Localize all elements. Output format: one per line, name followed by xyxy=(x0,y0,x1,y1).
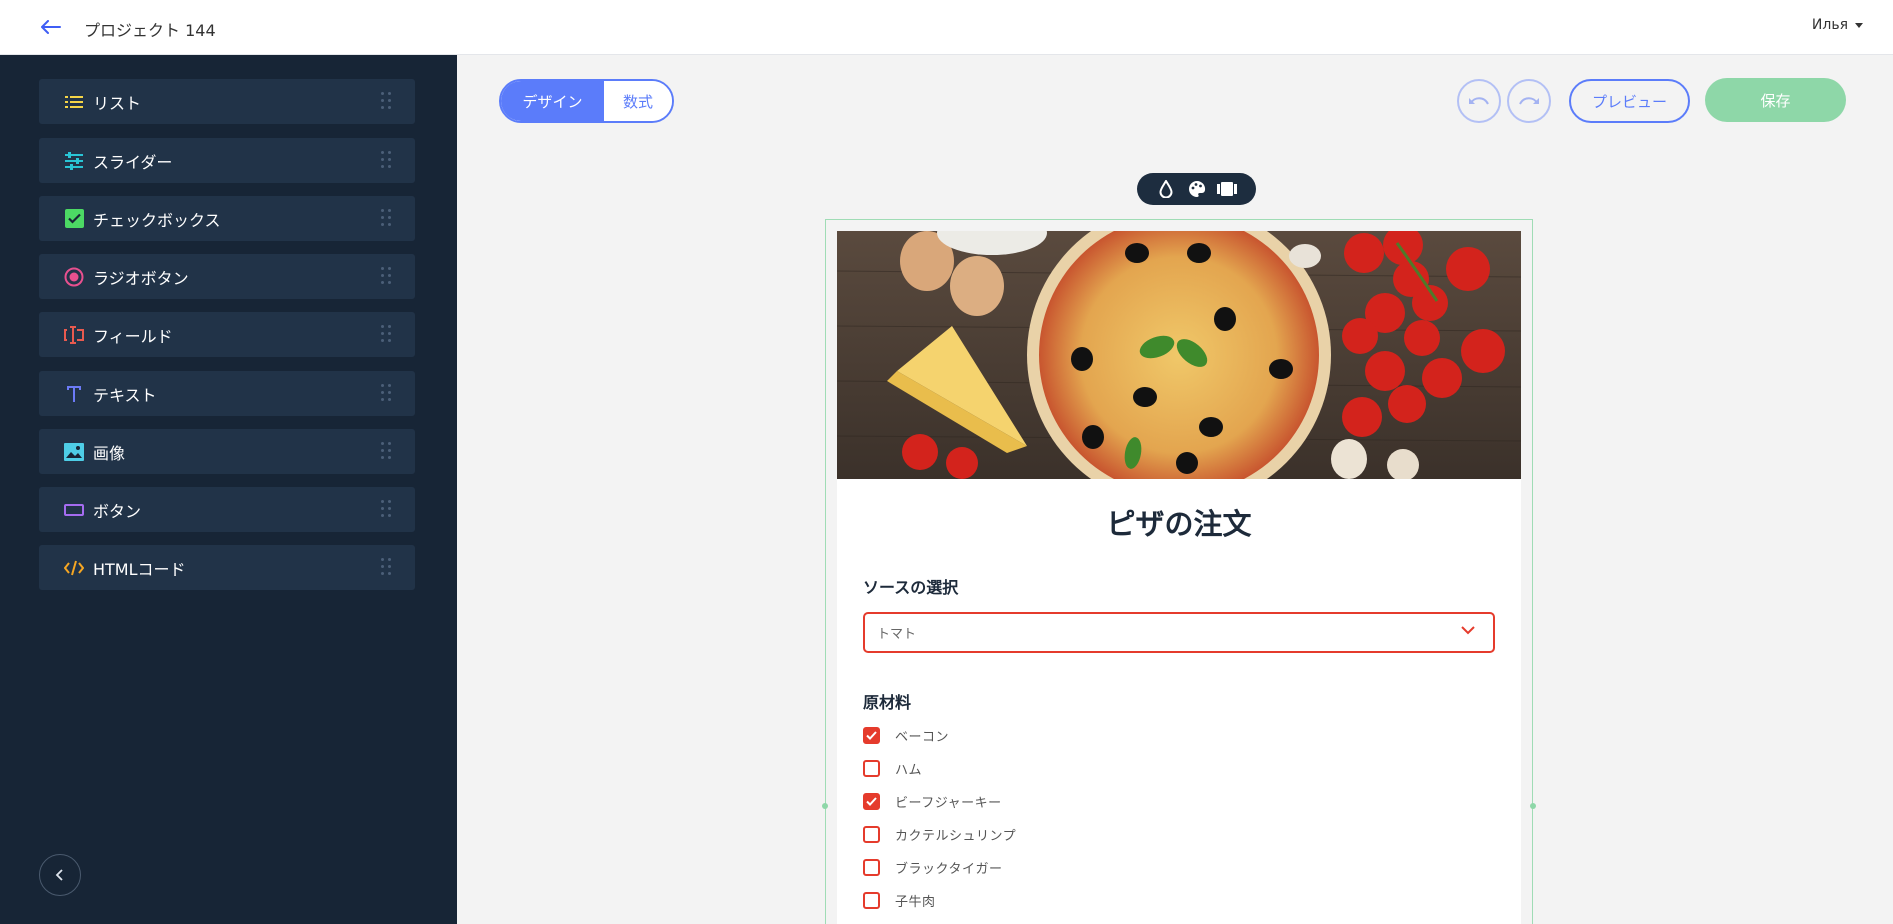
checkbox[interactable] xyxy=(863,726,880,744)
undo-icon xyxy=(1469,97,1489,105)
checkbox-label: ベーコン xyxy=(895,729,950,745)
save-button[interactable]: 保存 xyxy=(1705,78,1846,122)
sidebar-item-radio[interactable]: ラジオボタン xyxy=(39,254,415,299)
redo-button[interactable] xyxy=(1507,79,1551,123)
checkbox-label: ハム xyxy=(895,762,923,778)
arrow-left-icon[interactable] xyxy=(38,14,64,40)
sidebar-item-button[interactable]: ボタン xyxy=(39,487,415,532)
code-icon xyxy=(63,557,85,579)
drag-handle-icon[interactable] xyxy=(381,151,391,169)
sidebar-item-label: スライダー xyxy=(93,152,173,172)
palette-icon[interactable] xyxy=(1187,179,1207,199)
sliders-icon xyxy=(63,150,85,172)
text-field-icon xyxy=(63,324,85,346)
sidebar-item-checkbox[interactable]: チェックボックス xyxy=(39,196,415,241)
user-menu[interactable]: Илья xyxy=(1812,17,1863,33)
checkbox[interactable] xyxy=(863,858,880,876)
drag-handle-icon[interactable] xyxy=(381,209,391,227)
sidebar-item-text[interactable]: テキスト xyxy=(39,371,415,416)
pizza-hero-image[interactable] xyxy=(837,231,1521,479)
sidebar-item-label: フィールド xyxy=(93,326,173,346)
resize-handle-left[interactable] xyxy=(822,803,828,809)
drag-handle-icon[interactable] xyxy=(381,325,391,343)
button-icon xyxy=(63,499,85,521)
tab-design[interactable]: デザイン xyxy=(501,81,604,121)
ingredient-checkbox[interactable]: ビーフジャーキー xyxy=(863,791,1002,811)
image-icon xyxy=(63,441,85,463)
checkbox[interactable] xyxy=(863,825,880,843)
form-title: ピザの注文 xyxy=(1106,507,1252,541)
ingredient-checkbox[interactable]: ブラックタイガー xyxy=(863,857,1002,877)
film-icon[interactable] xyxy=(1217,179,1238,199)
user-name: Илья xyxy=(1811,17,1848,33)
top-bar: プロジェクト 144 Илья xyxy=(0,0,1893,55)
ingredient-checkbox[interactable]: カクテルシュリンプ xyxy=(863,824,1016,844)
canvas-tool-pill xyxy=(1137,173,1256,205)
checkbox[interactable] xyxy=(863,792,880,810)
collapse-sidebar-button[interactable] xyxy=(39,854,81,896)
drag-handle-icon[interactable] xyxy=(381,558,391,576)
checkbox[interactable] xyxy=(863,891,880,909)
checkbox-label: ビーフジャーキー xyxy=(895,795,1002,811)
project-title: プロジェクト 144 xyxy=(84,21,216,40)
ingredient-checkbox[interactable]: 子牛肉 xyxy=(863,890,936,910)
sidebar-item-label: 画像 xyxy=(93,443,126,463)
sidebar-item-label: テキスト xyxy=(93,385,157,405)
preview-button[interactable]: プレビュー xyxy=(1569,79,1690,123)
caret-down-icon xyxy=(1855,22,1863,28)
sidebar-item-label: ボタン xyxy=(93,501,142,521)
chevron-down-icon xyxy=(1461,626,1475,635)
drag-handle-icon[interactable] xyxy=(381,267,391,285)
sidebar-item-label: リスト xyxy=(93,93,142,113)
ingredient-checkbox[interactable]: ベーコン xyxy=(863,725,949,745)
chevron-left-icon xyxy=(55,869,63,881)
checkbox[interactable] xyxy=(863,759,880,777)
radio-icon xyxy=(63,266,85,288)
sauce-select-value: トマト xyxy=(877,627,917,642)
drag-handle-icon[interactable] xyxy=(381,442,391,460)
redo-icon xyxy=(1519,97,1539,105)
drop-icon[interactable] xyxy=(1156,179,1176,199)
sidebar-item-label: HTMLコード xyxy=(93,559,186,579)
checkbox-label: カクテルシュリンプ xyxy=(895,828,1017,844)
sauce-select[interactable]: トマト xyxy=(863,612,1495,653)
sidebar-item-field[interactable]: フィールド xyxy=(39,312,415,357)
mode-toggle: デザイン 数式 xyxy=(499,79,674,123)
sidebar-item-image[interactable]: 画像 xyxy=(39,429,415,474)
sauce-label: ソースの選択 xyxy=(863,578,959,597)
tab-formula[interactable]: 数式 xyxy=(604,81,672,121)
form-card: ピザの注文 ソースの選択 トマト 原材料 ベーコン ハム ビーフジャーキー カク… xyxy=(837,231,1521,924)
checkbox-label: 子牛肉 xyxy=(895,894,936,910)
sidebar-item-label: ラジオボタン xyxy=(93,268,189,288)
checkmark-icon xyxy=(866,730,877,740)
checkbox-label: ブラックタイガー xyxy=(895,861,1003,877)
drag-handle-icon[interactable] xyxy=(381,500,391,518)
resize-handle-right[interactable] xyxy=(1530,803,1536,809)
sidebar-item-label: チェックボックス xyxy=(93,210,221,230)
sidebar-item-html-code[interactable]: HTMLコード xyxy=(39,545,415,590)
sidebar-item-list[interactable]: リスト xyxy=(39,79,415,124)
element-sidebar: リスト スライダー チェックボックス ラジオボタン フィールド テキスト 画像 … xyxy=(0,55,457,924)
text-icon xyxy=(63,383,85,405)
ingredients-label: 原材料 xyxy=(863,693,912,712)
sidebar-item-slider[interactable]: スライダー xyxy=(39,138,415,183)
drag-handle-icon[interactable] xyxy=(381,92,391,110)
undo-button[interactable] xyxy=(1457,79,1501,123)
checkbox-icon xyxy=(63,208,85,230)
drag-handle-icon[interactable] xyxy=(381,384,391,402)
ingredient-checkbox[interactable]: ハム xyxy=(863,758,922,778)
list-icon xyxy=(63,91,85,113)
checkmark-icon xyxy=(866,796,877,806)
